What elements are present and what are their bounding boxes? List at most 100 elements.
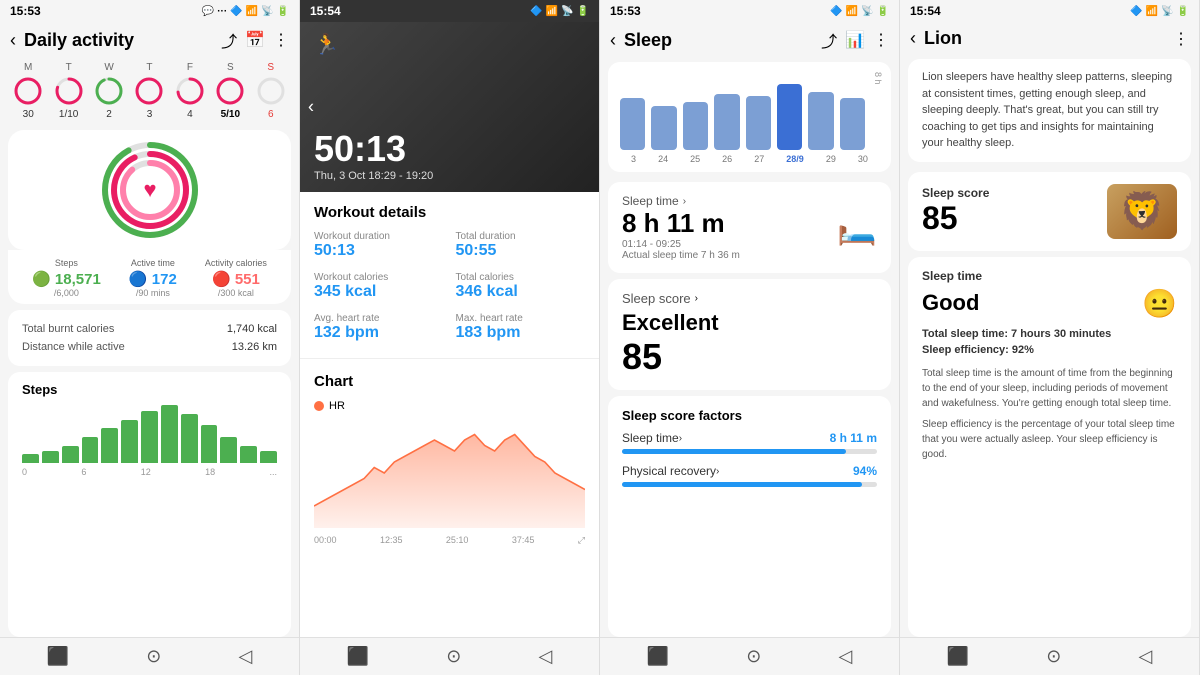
signal-icon-4: 📶: [1146, 6, 1158, 17]
sleep-time-section-label: Sleep time: [622, 194, 679, 208]
active-goal: /90 mins: [136, 288, 170, 298]
sleep-bar-active: [777, 84, 802, 150]
stop-button-4[interactable]: ⬛: [947, 646, 969, 667]
lion-score-num: 85: [922, 200, 989, 237]
steps-value: 🟢 18,571: [32, 270, 101, 288]
day-num-tue: 1/10: [59, 109, 78, 120]
ring-tue: [53, 75, 85, 107]
avg-hr-label: Avg. heart rate: [314, 313, 444, 324]
total-duration-value: 50:55: [456, 242, 586, 260]
bar-8: [161, 405, 178, 463]
sleep-emoji: 😐: [1142, 287, 1177, 320]
panel-sleep: 15:53 🔷 📶 📡 🔋 ‹ Sleep ⤴ 📊 ⋮: [600, 0, 900, 675]
share-icon-3[interactable]: ⤴: [821, 28, 837, 52]
more-icon-3[interactable]: ⋮: [873, 30, 889, 50]
status-time-2: 15:54: [310, 4, 341, 18]
bar-5: [101, 428, 118, 463]
total-cal-value-2: 346 kcal: [456, 283, 586, 301]
workout-photo: ‹ 🏃 50:13 Thu, 3 Oct 18:29 - 19:20: [300, 22, 599, 192]
days-row: M 30 T 1/10 W 2 T: [0, 58, 299, 124]
back-nav-button-1[interactable]: ◁: [239, 646, 253, 667]
day-col-tue[interactable]: T 1/10: [53, 62, 85, 120]
bottom-nav-3: ⬛ ⊙ ◁: [600, 637, 899, 675]
sleep-score-section[interactable]: Sleep score › Excellent 85: [608, 279, 891, 390]
panel-workout: 15:54 🔷 📶 📡 🔋 ‹ 🏃 50:13 Thu, 3 Oct 18:29…: [300, 0, 600, 675]
hr-legend: HR: [314, 400, 585, 412]
page-title-4: Lion: [924, 28, 1165, 49]
hr-legend-dot: [314, 401, 324, 411]
day-num-sat: 5/10: [221, 109, 240, 120]
stop-button-2[interactable]: ⬛: [347, 646, 369, 667]
ring-mon: [12, 75, 44, 107]
home-button-3[interactable]: ⊙: [746, 646, 761, 667]
heart-ring-section: ♥: [8, 130, 291, 250]
bluetooth-icon: 🔷: [230, 6, 242, 17]
distance-value: 13.26 km: [232, 341, 277, 353]
factor1-bar-fill: [622, 449, 846, 454]
more-icon-4[interactable]: ⋮: [1173, 29, 1189, 49]
day-label-wed: W: [104, 62, 113, 73]
hr-chart-section: Chart HR 00:00 12:35 25:10 37:45 ⤢: [300, 363, 599, 556]
workout-duration-label: Workout duration: [314, 231, 444, 242]
cal-value: 🔴 551: [212, 270, 260, 288]
total-duration-item: Total duration 50:55: [456, 231, 586, 260]
back-button-1[interactable]: ‹: [10, 30, 16, 51]
workout-details-section: Workout details Workout duration 50:13 T…: [300, 192, 599, 354]
sleep-bar-3: [683, 102, 708, 150]
sleep-score-label: Sleep score: [622, 291, 691, 306]
battery-icon-4: 🔋: [1177, 6, 1189, 17]
home-button-2[interactable]: ⊙: [446, 646, 461, 667]
total-cal-label: Total burnt calories: [22, 323, 114, 335]
back-button-4[interactable]: ‹: [910, 28, 916, 49]
day-col-fri[interactable]: F 4: [174, 62, 206, 120]
factor2-row[interactable]: Physical recovery › 94%: [622, 464, 877, 478]
sleep-bar-1: [620, 98, 645, 150]
lion-image: 🦁: [1107, 184, 1177, 239]
more-icon-1[interactable]: ⋮: [273, 30, 289, 50]
home-button-4[interactable]: ⊙: [1046, 646, 1061, 667]
sleep-time-chevron: ›: [683, 196, 686, 207]
bar-11: [220, 437, 237, 463]
home-button-1[interactable]: ⊙: [146, 646, 161, 667]
max-hr-value: 183 bpm: [456, 324, 586, 342]
day-col-mon[interactable]: M 30: [12, 62, 44, 120]
back-nav-button-2[interactable]: ◁: [539, 646, 553, 667]
stop-button-1[interactable]: ⬛: [47, 646, 69, 667]
cal-label: Activity calories: [205, 258, 267, 268]
sleep-time-section[interactable]: Sleep time › 8 h 11 m 01:14 - 09:25 Actu…: [608, 182, 891, 273]
stop-button-3[interactable]: ⬛: [647, 646, 669, 667]
factor1-row[interactable]: Sleep time › 8 h 11 m: [622, 431, 877, 445]
bar-1: [22, 454, 39, 463]
workout-duration-item: Workout duration 50:13: [314, 231, 444, 260]
day-label-sun: S: [267, 62, 274, 73]
chart-icon-3[interactable]: 📊: [845, 30, 865, 50]
wifi-icon-2: 📡: [561, 6, 573, 17]
summary-section: Total burnt calories 1,740 kcal Distance…: [8, 310, 291, 366]
steps-chart-title: Steps: [22, 382, 277, 397]
status-icons-4: 🔷 📶 📡 🔋: [1130, 6, 1189, 17]
factor2-value: 94%: [853, 464, 877, 478]
cal-goal: /300 kcal: [218, 288, 254, 298]
day-num-fri: 4: [187, 109, 193, 120]
battery-icon-2: 🔋: [577, 6, 589, 17]
avg-hr-value: 132 bpm: [314, 324, 444, 342]
calendar-icon-1[interactable]: 📅: [245, 30, 265, 50]
hr-legend-label: HR: [329, 400, 345, 412]
back-nav-button-3[interactable]: ◁: [839, 646, 853, 667]
header-4: ‹ Lion ⋮: [900, 22, 1199, 55]
day-col-thu[interactable]: T 3: [133, 62, 165, 120]
lion-score-label: Sleep score: [922, 186, 989, 200]
bar-9: [181, 414, 198, 463]
prev-workout-button[interactable]: ‹: [308, 97, 314, 118]
day-col-sun[interactable]: S 6: [255, 62, 287, 120]
signal-icon-2: 📶: [546, 6, 558, 17]
back-nav-button-4[interactable]: ◁: [1139, 646, 1153, 667]
day-col-wed[interactable]: W 2: [93, 62, 125, 120]
sleep-time-left: Sleep time › 8 h 11 m 01:14 - 09:25 Actu…: [622, 194, 740, 261]
back-button-3[interactable]: ‹: [610, 30, 616, 51]
battery-icon: 🔋: [277, 6, 289, 17]
share-icon-1[interactable]: ⤴: [221, 28, 237, 52]
sleep-score-quality: Excellent: [622, 310, 877, 336]
day-col-sat[interactable]: S 5/10: [214, 62, 246, 120]
sleep-bar-5: [746, 96, 771, 150]
